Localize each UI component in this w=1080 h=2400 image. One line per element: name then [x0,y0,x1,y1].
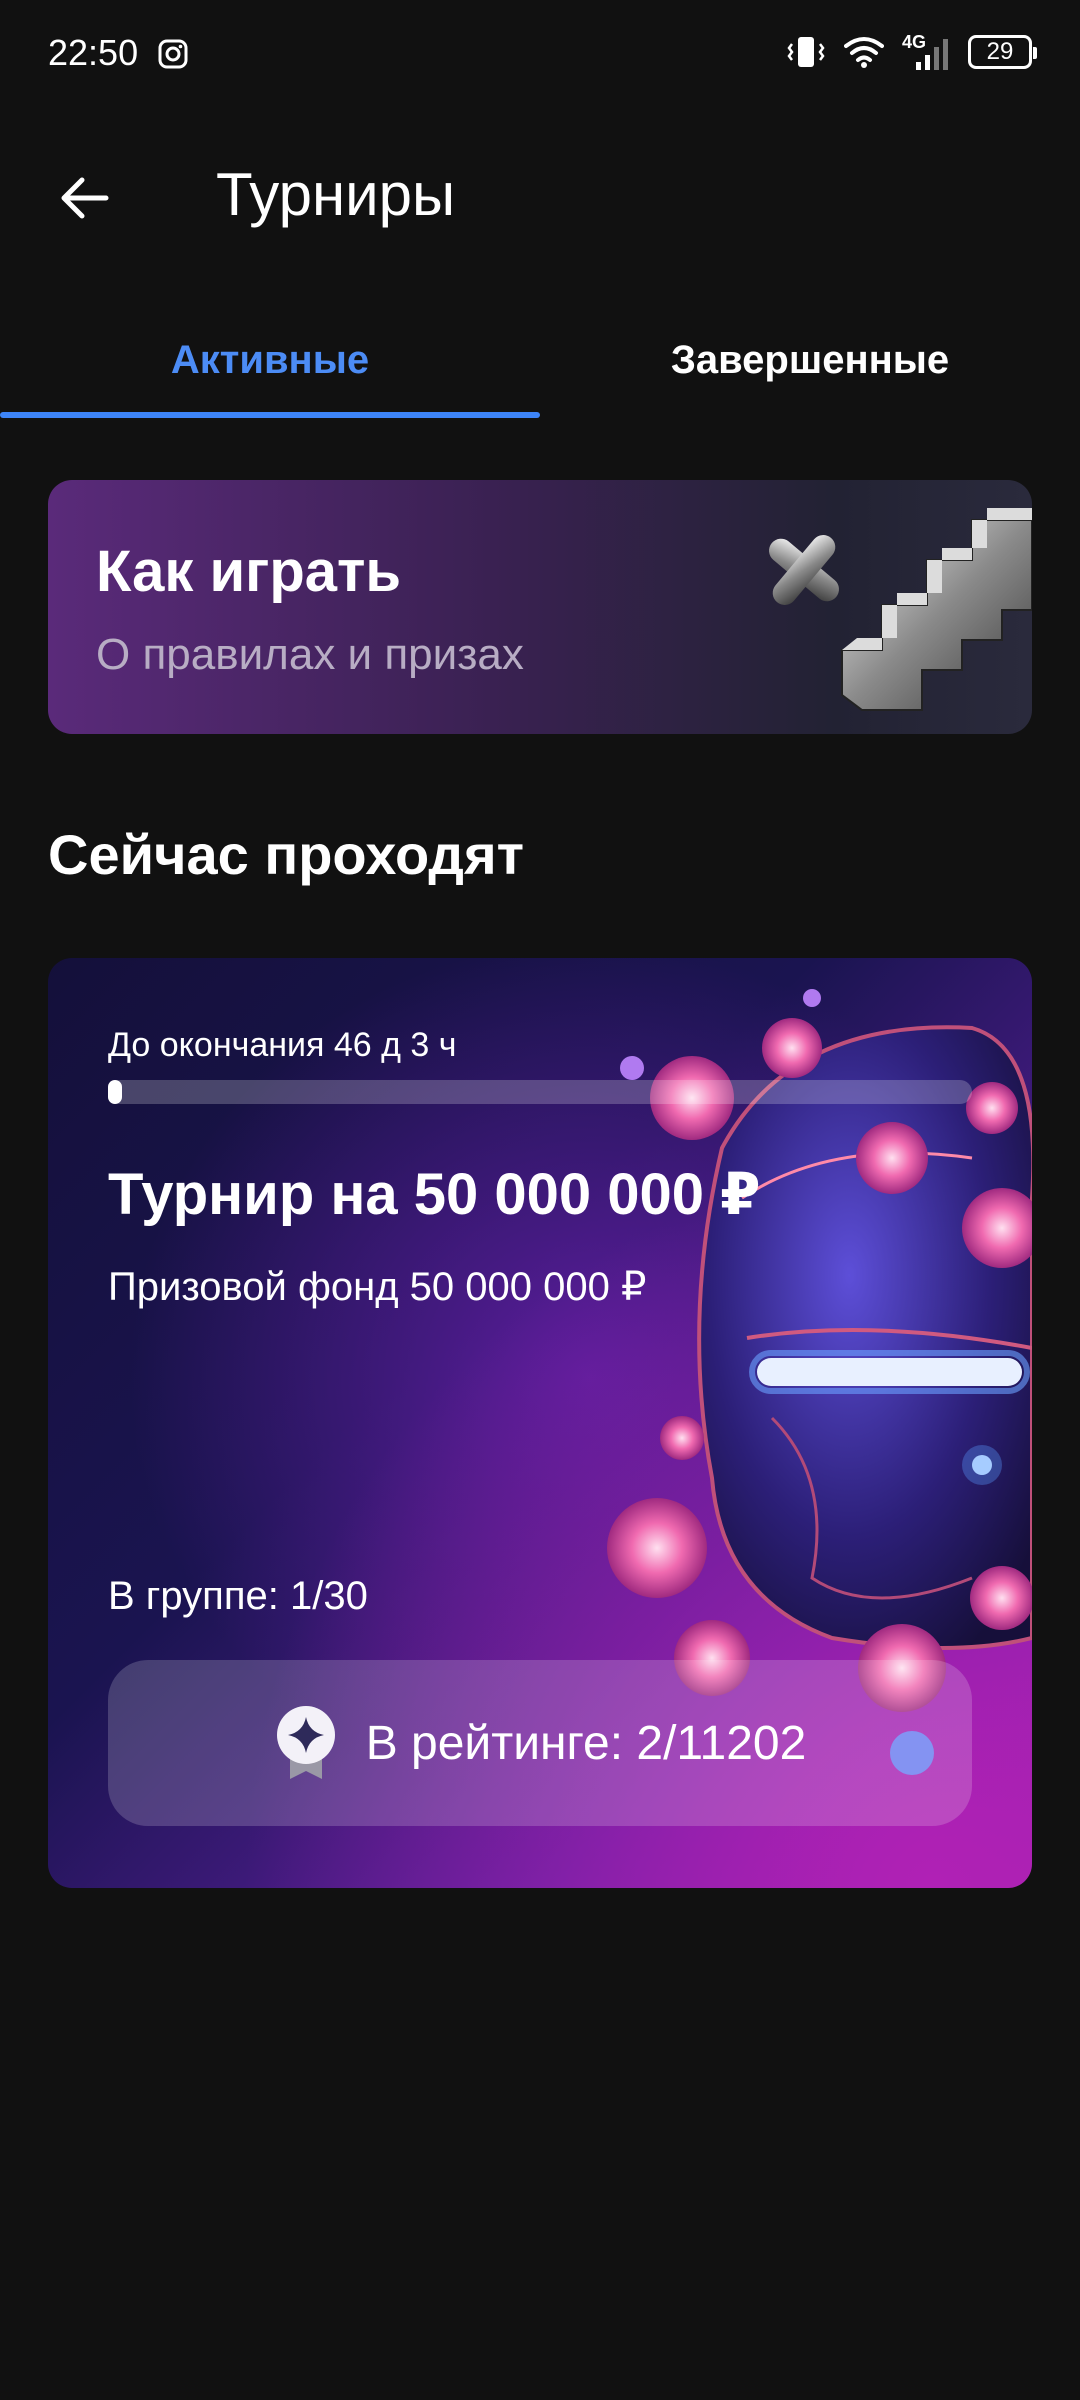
arrow-left-icon [61,177,109,219]
app-header: Турниры [0,130,1080,260]
tournament-card[interactable]: До окончания 46 д 3 ч Турнир на 50 000 0… [48,958,1032,1888]
battery-icon: 29 [968,35,1037,69]
page-title: Турниры [216,161,456,228]
tab-completed[interactable]: Завершенные [540,300,1080,420]
signal-icon [916,39,948,70]
status-icons: 4G 29 [786,30,1037,74]
tab-indicator [0,412,540,418]
tournament-progress-bar [108,1080,972,1104]
battery-level: 29 [986,38,1014,65]
how-to-play-title: Как играть [96,539,402,604]
back-button[interactable] [44,158,124,238]
wifi-icon [844,37,884,68]
rating-badge-icon [276,1706,335,1779]
rating-label: В рейтинге: 2/11202 [365,1716,807,1770]
vibrate-icon [787,37,825,67]
cross-stairs-illustration-icon [769,508,1032,711]
how-to-play-card[interactable]: Как играть О правилах и призах [48,480,1032,734]
tabs: Активные Завершенные [0,300,1080,420]
tournament-deadline: До окончания 46 д 3 ч [108,1026,457,1064]
tab-active[interactable]: Активные [0,300,540,420]
cell-signal: 4G [902,32,950,72]
rating-button[interactable]: В рейтинге: 2/11202 [108,1660,972,1826]
tournament-progress-fill [108,1080,122,1104]
how-to-play-subtitle: О правилах и призах [96,630,524,679]
tournament-title: Турнир на 50 000 000 ₽ [108,1162,761,1227]
tournament-group: В группе: 1/30 [108,1574,368,1618]
screen: 22:50 4G 29 Турниры Активные Завершенные… [0,0,1080,2400]
instagram-icon [158,39,188,69]
status-time: 22:50 [48,32,139,73]
tournament-prize-fund: Призовой фонд 50 000 000 ₽ [108,1265,647,1309]
section-title: Сейчас проходят [48,823,525,886]
status-bar: 22:50 4G 29 [0,0,1080,110]
